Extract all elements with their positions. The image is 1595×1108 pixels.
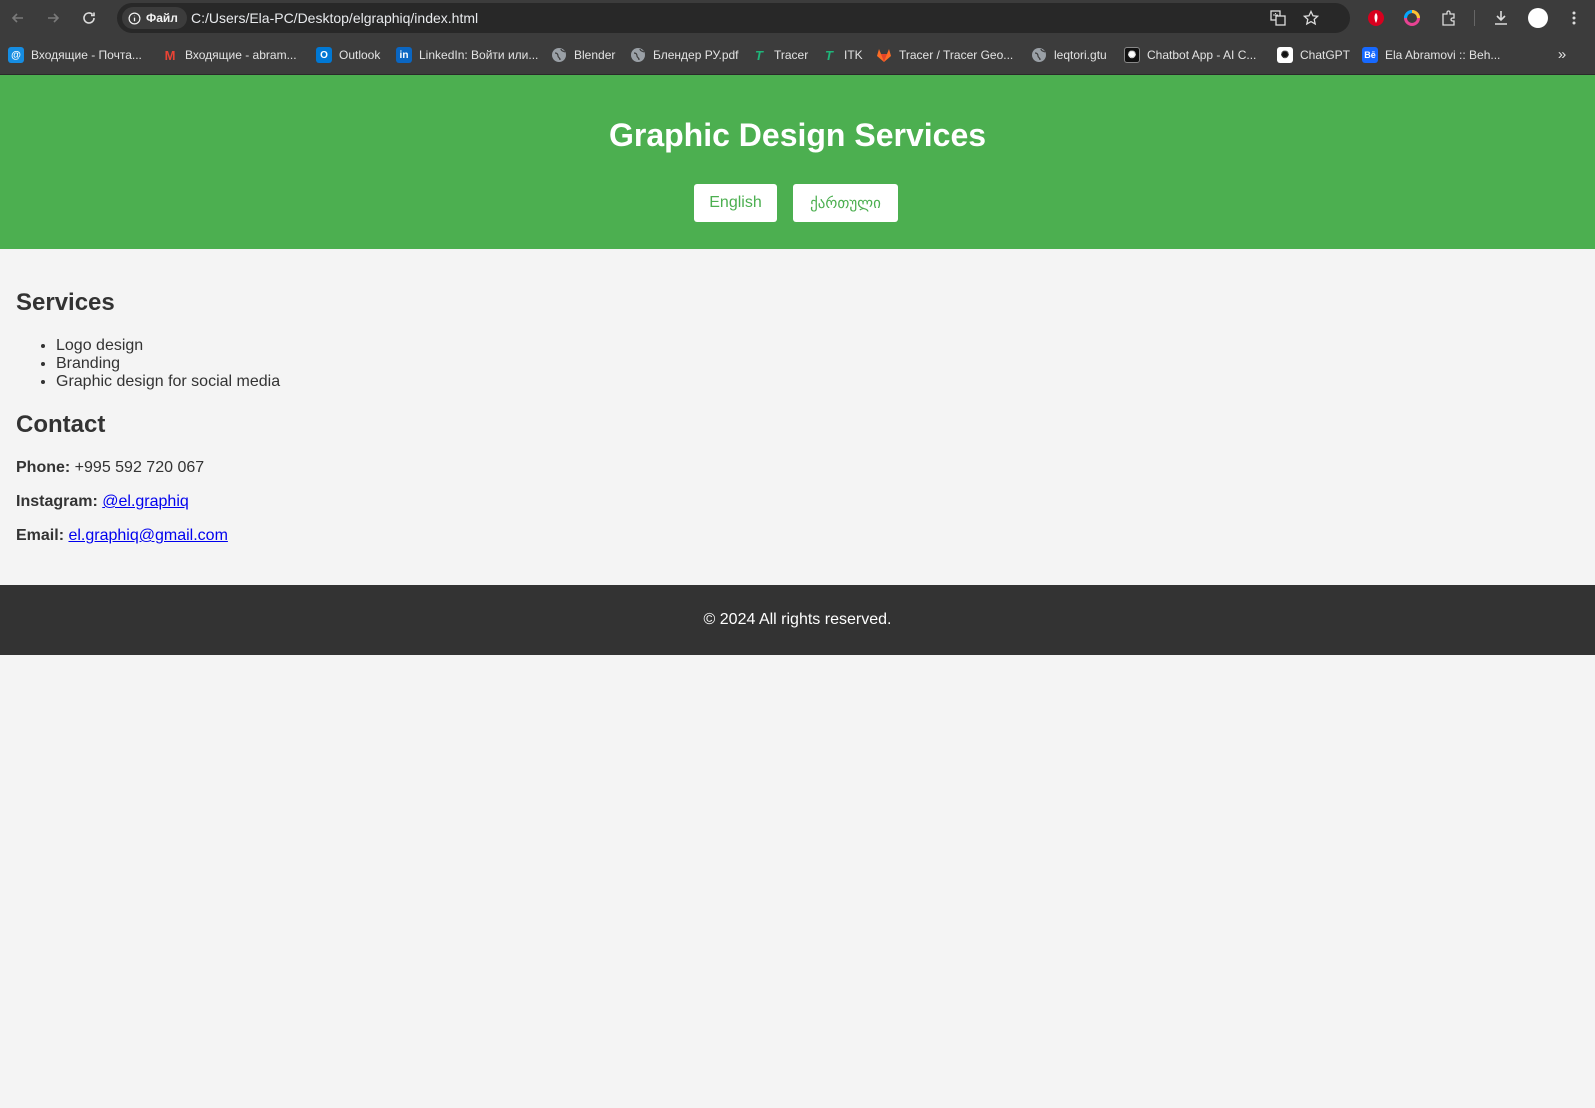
bookmark-label: leqtori.gtu: [1054, 48, 1107, 62]
instagram-label: Instagram:: [16, 493, 98, 510]
star-icon: [1303, 10, 1319, 26]
phone-value: +995 592 720 067: [74, 459, 205, 476]
bookmark-label: Входящие - Почта...: [31, 48, 142, 62]
info-icon: [128, 12, 141, 24]
list-item: Logo design: [56, 337, 280, 355]
double-chevron-right-icon: »: [1557, 46, 1567, 63]
lang-georgian-button[interactable]: ქართული: [793, 184, 898, 222]
services-heading: Services: [16, 289, 115, 316]
services-list: Logo design Branding Graphic design for …: [40, 337, 280, 391]
bookmark-outlook[interactable]: O Outlook: [316, 45, 380, 65]
back-arrow-icon: [11, 13, 23, 23]
bookmark-chatgpt[interactable]: ✺ ChatGPT: [1277, 45, 1350, 65]
back-button[interactable]: [6, 6, 30, 30]
bookmarks-bar: @ Входящие - Почта... M Входящие - abram…: [0, 36, 1595, 75]
bookmark-label: Входящие - abram...: [185, 48, 297, 62]
bookmark-chatbot-app[interactable]: ✺ Chatbot App - AI C...: [1124, 45, 1256, 65]
bookmark-label: LinkedIn: Войти или...: [419, 48, 539, 62]
translate-icon: [1270, 10, 1286, 26]
bookmark-tracer[interactable]: T Tracer: [751, 45, 808, 65]
contact-phone: Phone: +995 592 720 067: [16, 459, 204, 477]
tracer-icon: T: [755, 47, 763, 63]
bookmark-tracer-geo[interactable]: Tracer / Tracer Geo...: [876, 45, 1013, 65]
toolbar-divider: [1474, 10, 1475, 26]
gitlab-icon: [877, 49, 891, 62]
site-footer: © 2024 All rights reserved.: [0, 585, 1595, 655]
forward-button[interactable]: [41, 6, 65, 30]
bookmark-label: Blender: [574, 48, 616, 62]
site-chip-label: Файл: [146, 11, 178, 25]
extension-color-button[interactable]: [1400, 6, 1424, 30]
bookmark-star-button[interactable]: [1300, 7, 1322, 29]
bookmark-blender[interactable]: Blender: [551, 45, 615, 65]
browser-toolbar: Файл C:/Users/Ela-PC/Desktop/elgraphiq/i…: [0, 0, 1595, 36]
chatbot-icon: ✺: [1124, 47, 1140, 63]
behance-icon: Bē: [1362, 47, 1378, 63]
lang-english-button[interactable]: English: [694, 184, 777, 222]
phone-label: Phone:: [16, 459, 71, 476]
globe-icon: [631, 48, 645, 62]
email-link[interactable]: el.graphiq@gmail.com: [68, 527, 227, 544]
tracer-icon: T: [825, 47, 833, 63]
bookmark-blender-ru-pdf[interactable]: Блендер РУ.pdf: [630, 45, 739, 65]
color-ring-icon: [1404, 10, 1420, 26]
mail-ru-icon: @: [8, 47, 24, 63]
kebab-menu-icon: [1572, 11, 1576, 25]
bookmark-itk[interactable]: T ITK: [821, 45, 863, 65]
globe-icon: [1032, 48, 1046, 62]
bookmark-gmail[interactable]: M Входящие - abram...: [162, 45, 297, 65]
forward-arrow-icon: [48, 13, 60, 23]
email-label: Email:: [16, 527, 65, 544]
site-header: Graphic Design Services English ქართული: [0, 75, 1595, 249]
reload-button[interactable]: [77, 6, 101, 30]
site-info-chip[interactable]: Файл: [122, 7, 187, 29]
copyright-text: © 2024 All rights reserved.: [703, 611, 892, 628]
browser-menu-button[interactable]: [1562, 6, 1586, 30]
bookmark-label: Tracer / Tracer Geo...: [899, 48, 1014, 62]
bookmark-leqtori[interactable]: leqtori.gtu: [1031, 45, 1107, 65]
linkedin-icon: in: [396, 47, 412, 63]
bookmark-label: Ela Abramovi :: Beh...: [1385, 48, 1501, 62]
bookmark-label: ChatGPT: [1300, 48, 1351, 62]
reload-icon: [83, 12, 95, 24]
chatgpt-icon: ✺: [1277, 47, 1293, 63]
bookmark-label: Outlook: [339, 48, 381, 62]
list-item: Graphic design for social media: [56, 373, 280, 391]
red-extension-icon: [1368, 10, 1384, 26]
bookmark-linkedin[interactable]: in LinkedIn: Войти или...: [396, 45, 538, 65]
bookmark-label: Tracer: [774, 48, 809, 62]
contact-email: Email: el.graphiq@gmail.com: [16, 527, 228, 545]
profile-button[interactable]: [1526, 6, 1550, 30]
contact-instagram: Instagram: @el.graphiq: [16, 493, 189, 511]
downloads-button[interactable]: [1489, 6, 1513, 30]
gmail-icon: M: [164, 47, 176, 63]
bookmark-label: ITK: [844, 48, 863, 62]
bookmark-label: Блендер РУ.pdf: [653, 48, 739, 62]
extensions-button[interactable]: [1437, 6, 1461, 30]
download-icon: [1495, 11, 1507, 25]
url-text[interactable]: C:/Users/Ela-PC/Desktop/elgraphiq/index.…: [191, 10, 478, 26]
puzzle-icon: [1442, 10, 1455, 26]
bookmark-label: Chatbot App - AI C...: [1147, 48, 1257, 62]
list-item: Branding: [56, 355, 280, 373]
avatar: [1528, 8, 1548, 28]
bookmark-behance[interactable]: Bē Ela Abramovi :: Beh...: [1362, 45, 1500, 65]
translate-button[interactable]: [1267, 7, 1289, 29]
page-title: Graphic Design Services: [608, 117, 987, 153]
contact-heading: Contact: [16, 411, 106, 438]
address-bar[interactable]: Файл C:/Users/Ela-PC/Desktop/elgraphiq/i…: [117, 3, 1350, 33]
globe-icon: [552, 48, 566, 62]
bookmarks-overflow-button[interactable]: »: [1553, 46, 1571, 64]
extension-red-button[interactable]: [1364, 6, 1388, 30]
outlook-icon: O: [316, 47, 332, 63]
instagram-link[interactable]: @el.graphiq: [102, 493, 189, 510]
bookmark-mail-ru[interactable]: @ Входящие - Почта...: [8, 45, 142, 65]
